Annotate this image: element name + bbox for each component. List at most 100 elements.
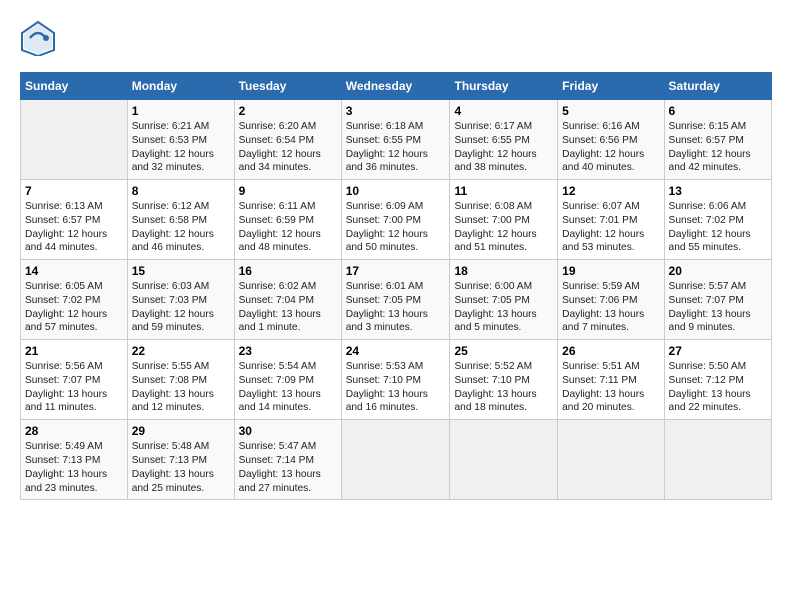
calendar-cell: 5 Sunrise: 6:16 AM Sunset: 6:56 PM Daylig… <box>558 100 664 180</box>
day-info: Sunrise: 6:07 AM Sunset: 7:01 PM Dayligh… <box>562 200 659 255</box>
day-info: Sunrise: 5:59 AM Sunset: 7:06 PM Dayligh… <box>562 280 659 335</box>
day-info: Sunrise: 6:05 AM Sunset: 7:02 PM Dayligh… <box>25 280 123 335</box>
week-row-1: 1 Sunrise: 6:21 AM Sunset: 6:53 PM Daylig… <box>21 100 772 180</box>
calendar-cell: 21Sunrise: 5:56 AM Sunset: 7:07 PM Dayli… <box>21 340 128 420</box>
day-number: 20 <box>669 264 767 278</box>
day-number: 8 <box>132 184 230 198</box>
day-number: 6 <box>669 104 767 118</box>
day-info: Sunrise: 6:20 AM Sunset: 6:54 PM Dayligh… <box>239 120 337 175</box>
calendar-cell: 18 Sunrise: 6:00 AM Sunset: 7:05 PM Dayli… <box>450 260 558 340</box>
day-info: Sunrise: 6:06 AM Sunset: 7:02 PM Dayligh… <box>669 200 767 255</box>
day-info: Sunrise: 5:47 AM Sunset: 7:14 PM Dayligh… <box>239 440 337 495</box>
logo-icon <box>20 20 56 56</box>
day-info: Sunrise: 5:55 AM Sunset: 7:08 PM Dayligh… <box>132 360 230 415</box>
calendar-cell: 29 Sunrise: 5:48 AM Sunset: 7:13 PM Dayli… <box>127 420 234 500</box>
header <box>20 20 772 56</box>
calendar-cell: 3 Sunrise: 6:18 AM Sunset: 6:55 PM Daylig… <box>341 100 450 180</box>
day-number: 18 <box>454 264 553 278</box>
col-header-thursday: Thursday <box>450 73 558 100</box>
week-row-3: 14 Sunrise: 6:05 AM Sunset: 7:02 PM Dayli… <box>21 260 772 340</box>
day-info: Sunrise: 6:17 AM Sunset: 6:55 PM Dayligh… <box>454 120 553 175</box>
day-number: 10 <box>346 184 446 198</box>
day-number: 22 <box>132 344 230 358</box>
calendar-cell: 27 Sunrise: 5:50 AM Sunset: 7:12 PM Dayli… <box>664 340 771 420</box>
day-number: 27 <box>669 344 767 358</box>
header-row: SundayMondayTuesdayWednesdayThursdayFrid… <box>21 73 772 100</box>
calendar-cell: 12 Sunrise: 6:07 AM Sunset: 7:01 PM Dayli… <box>558 180 664 260</box>
day-info: Sunrise: 6:03 AM Sunset: 7:03 PM Dayligh… <box>132 280 230 335</box>
calendar-cell <box>558 420 664 500</box>
day-number: 13 <box>669 184 767 198</box>
calendar-cell: 24 Sunrise: 5:53 AM Sunset: 7:10 PM Dayli… <box>341 340 450 420</box>
logo <box>20 20 60 56</box>
calendar-cell: 23Sunrise: 5:54 AM Sunset: 7:09 PM Dayli… <box>234 340 341 420</box>
col-header-monday: Monday <box>127 73 234 100</box>
calendar-cell: 20 Sunrise: 5:57 AM Sunset: 7:07 PM Dayli… <box>664 260 771 340</box>
col-header-tuesday: Tuesday <box>234 73 341 100</box>
calendar-cell: 6 Sunrise: 6:15 AM Sunset: 6:57 PM Daylig… <box>664 100 771 180</box>
day-info: Sunrise: 5:53 AM Sunset: 7:10 PM Dayligh… <box>346 360 446 415</box>
day-info: Sunrise: 5:57 AM Sunset: 7:07 PM Dayligh… <box>669 280 767 335</box>
col-header-saturday: Saturday <box>664 73 771 100</box>
week-row-5: 28 Sunrise: 5:49 AM Sunset: 7:13 PM Dayli… <box>21 420 772 500</box>
col-header-friday: Friday <box>558 73 664 100</box>
calendar-table: SundayMondayTuesdayWednesdayThursdayFrid… <box>20 72 772 500</box>
day-info: Sunrise: 5:50 AM Sunset: 7:12 PM Dayligh… <box>669 360 767 415</box>
day-info: Sunrise: 5:54 AM Sunset: 7:09 PM Dayligh… <box>239 360 337 415</box>
day-info: Sunrise: 6:02 AM Sunset: 7:04 PM Dayligh… <box>239 280 337 335</box>
calendar-cell: 30 Sunrise: 5:47 AM Sunset: 7:14 PM Dayli… <box>234 420 341 500</box>
col-header-wednesday: Wednesday <box>341 73 450 100</box>
calendar-cell <box>341 420 450 500</box>
day-number: 12 <box>562 184 659 198</box>
calendar-cell: 15 Sunrise: 6:03 AM Sunset: 7:03 PM Dayli… <box>127 260 234 340</box>
day-number: 15 <box>132 264 230 278</box>
day-number: 17 <box>346 264 446 278</box>
day-number: 7 <box>25 184 123 198</box>
page: SundayMondayTuesdayWednesdayThursdayFrid… <box>0 0 792 510</box>
calendar-cell: 26Sunrise: 5:51 AM Sunset: 7:11 PM Dayli… <box>558 340 664 420</box>
calendar-cell: 22 Sunrise: 5:55 AM Sunset: 7:08 PM Dayli… <box>127 340 234 420</box>
calendar-cell <box>664 420 771 500</box>
calendar-cell: 8Sunrise: 6:12 AM Sunset: 6:58 PM Daylig… <box>127 180 234 260</box>
day-info: Sunrise: 5:51 AM Sunset: 7:11 PM Dayligh… <box>562 360 659 415</box>
day-number: 3 <box>346 104 446 118</box>
week-row-2: 7Sunrise: 6:13 AM Sunset: 6:57 PM Daylig… <box>21 180 772 260</box>
calendar-cell: 14 Sunrise: 6:05 AM Sunset: 7:02 PM Dayli… <box>21 260 128 340</box>
day-number: 30 <box>239 424 337 438</box>
day-number: 11 <box>454 184 553 198</box>
day-info: Sunrise: 6:09 AM Sunset: 7:00 PM Dayligh… <box>346 200 446 255</box>
calendar-cell: 7Sunrise: 6:13 AM Sunset: 6:57 PM Daylig… <box>21 180 128 260</box>
calendar-cell: 9Sunrise: 6:11 AM Sunset: 6:59 PM Daylig… <box>234 180 341 260</box>
calendar-cell: 16 Sunrise: 6:02 AM Sunset: 7:04 PM Dayli… <box>234 260 341 340</box>
day-info: Sunrise: 5:52 AM Sunset: 7:10 PM Dayligh… <box>454 360 553 415</box>
calendar-cell <box>21 100 128 180</box>
day-info: Sunrise: 6:00 AM Sunset: 7:05 PM Dayligh… <box>454 280 553 335</box>
calendar-cell: 13 Sunrise: 6:06 AM Sunset: 7:02 PM Dayli… <box>664 180 771 260</box>
day-info: Sunrise: 6:21 AM Sunset: 6:53 PM Dayligh… <box>132 120 230 175</box>
day-info: Sunrise: 5:48 AM Sunset: 7:13 PM Dayligh… <box>132 440 230 495</box>
day-info: Sunrise: 6:18 AM Sunset: 6:55 PM Dayligh… <box>346 120 446 175</box>
day-number: 25 <box>454 344 553 358</box>
day-number: 24 <box>346 344 446 358</box>
calendar-cell: 28 Sunrise: 5:49 AM Sunset: 7:13 PM Dayli… <box>21 420 128 500</box>
day-info: Sunrise: 6:15 AM Sunset: 6:57 PM Dayligh… <box>669 120 767 175</box>
day-number: 21 <box>25 344 123 358</box>
day-info: Sunrise: 6:16 AM Sunset: 6:56 PM Dayligh… <box>562 120 659 175</box>
calendar-cell: 25 Sunrise: 5:52 AM Sunset: 7:10 PM Dayli… <box>450 340 558 420</box>
calendar-cell: 4Sunrise: 6:17 AM Sunset: 6:55 PM Daylig… <box>450 100 558 180</box>
calendar-cell: 10 Sunrise: 6:09 AM Sunset: 7:00 PM Dayli… <box>341 180 450 260</box>
day-info: Sunrise: 6:08 AM Sunset: 7:00 PM Dayligh… <box>454 200 553 255</box>
day-number: 9 <box>239 184 337 198</box>
day-number: 29 <box>132 424 230 438</box>
day-number: 5 <box>562 104 659 118</box>
calendar-cell: 17Sunrise: 6:01 AM Sunset: 7:05 PM Dayli… <box>341 260 450 340</box>
day-number: 16 <box>239 264 337 278</box>
day-number: 28 <box>25 424 123 438</box>
calendar-cell <box>450 420 558 500</box>
col-header-sunday: Sunday <box>21 73 128 100</box>
day-info: Sunrise: 5:49 AM Sunset: 7:13 PM Dayligh… <box>25 440 123 495</box>
day-number: 14 <box>25 264 123 278</box>
calendar-cell: 19 Sunrise: 5:59 AM Sunset: 7:06 PM Dayli… <box>558 260 664 340</box>
day-number: 19 <box>562 264 659 278</box>
day-number: 1 <box>132 104 230 118</box>
